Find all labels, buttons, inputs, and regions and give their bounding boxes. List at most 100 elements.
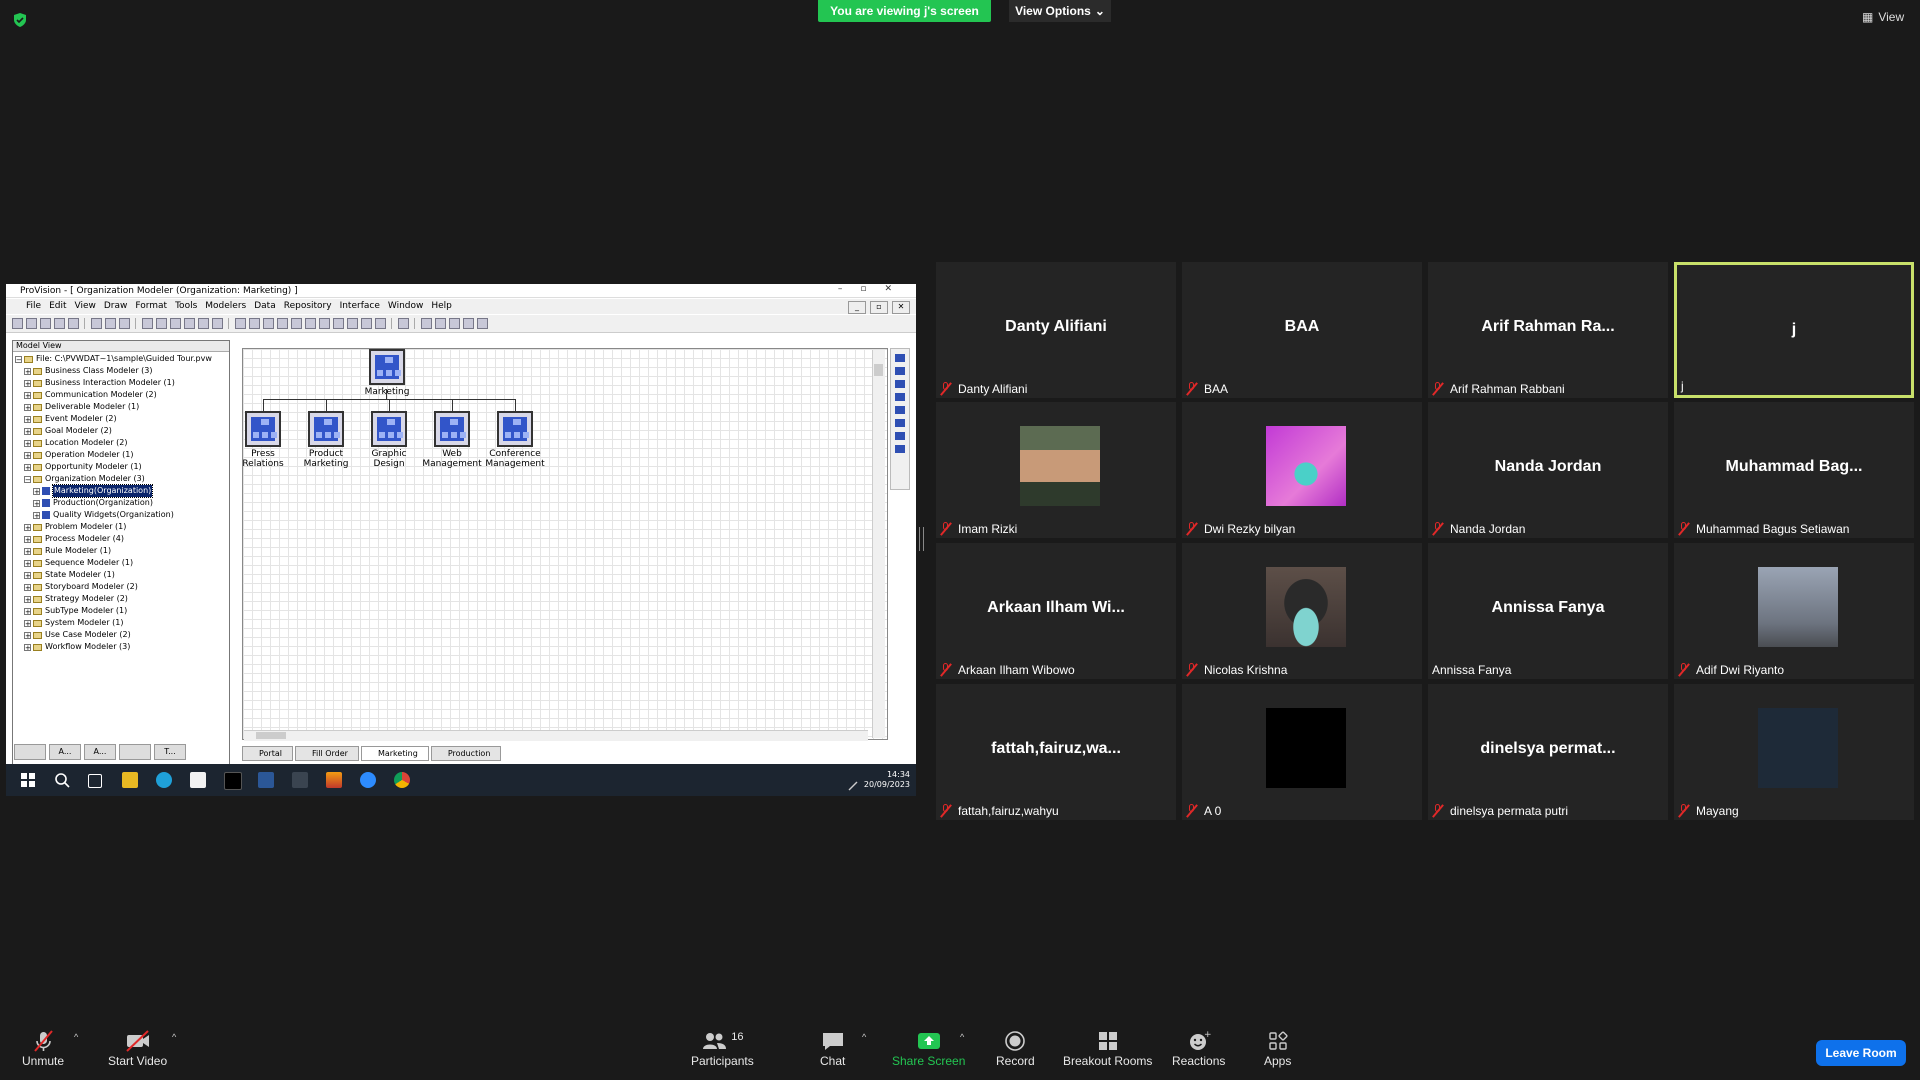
pointer-tool-icon[interactable] — [895, 354, 905, 362]
file-explorer-icon[interactable] — [122, 772, 138, 788]
view-options-button[interactable]: View Options ⌄ — [1009, 0, 1111, 22]
participant-tile[interactable]: Nanda Jordan Nanda Jordan — [1428, 402, 1668, 538]
windows-start-icon[interactable] — [20, 772, 36, 788]
copy-icon[interactable] — [105, 318, 116, 329]
participant-tile[interactable]: Muhammad Bag... Muhammad Bagus Setiawan — [1674, 402, 1914, 538]
tool-icon[interactable] — [184, 318, 195, 329]
menu-data[interactable]: Data — [254, 299, 276, 314]
doc-tab-marketing[interactable]: Marketing — [360, 746, 429, 761]
chat-button[interactable]: Chat — [820, 1028, 845, 1068]
tool-icon[interactable] — [249, 318, 260, 329]
expand-icon[interactable]: + — [24, 643, 31, 651]
expand-icon[interactable]: + — [24, 451, 31, 459]
org-node-graphic-design[interactable] — [371, 411, 407, 447]
expand-icon[interactable]: + — [24, 427, 31, 435]
expand-icon[interactable]: + — [33, 487, 40, 495]
expand-icon[interactable]: + — [24, 571, 31, 579]
menu-modelers[interactable]: Modelers — [205, 299, 246, 314]
hand-icon[interactable] — [477, 318, 488, 329]
unmute-button[interactable]: Unmute — [22, 1028, 64, 1068]
expand-icon[interactable]: + — [24, 583, 31, 591]
shape-tool-icon[interactable] — [895, 432, 905, 440]
fit-icon[interactable] — [463, 318, 474, 329]
menu-file[interactable]: File — [26, 299, 41, 314]
help-icon[interactable] — [398, 318, 409, 329]
menu-interface[interactable]: Interface — [340, 299, 380, 314]
tool-icon[interactable] — [333, 318, 344, 329]
participant-tile[interactable]: BAA BAA — [1182, 262, 1422, 398]
participants-button[interactable]: 16 Participants — [691, 1028, 754, 1068]
tree-item[interactable]: + Operation Modeler (1) — [15, 449, 212, 461]
tree-item[interactable]: + Strategy Modeler (2) — [15, 593, 212, 605]
preview-icon[interactable] — [68, 318, 79, 329]
tab-a1[interactable]: A... — [49, 744, 81, 760]
expand-icon[interactable]: + — [24, 547, 31, 555]
tree-item[interactable]: + Communication Modeler (2) — [15, 389, 212, 401]
tree-item[interactable]: + Process Modeler (4) — [15, 533, 212, 545]
print-icon[interactable] — [54, 318, 65, 329]
expand-icon[interactable]: + — [33, 499, 40, 507]
mdi-minimize-icon[interactable]: _ — [848, 301, 866, 314]
share-options-chevron-icon[interactable]: ^ — [960, 1032, 964, 1042]
scroll-thumb[interactable] — [874, 364, 883, 376]
shape-tool-icon[interactable] — [895, 367, 905, 375]
canvas-horizontal-scrollbar[interactable] — [244, 730, 868, 741]
edge-icon[interactable] — [156, 772, 172, 788]
tab-a2[interactable]: A... — [84, 744, 116, 760]
save-icon[interactable] — [40, 318, 51, 329]
doc-tab-production[interactable]: Production — [430, 746, 502, 761]
org-node-web-management[interactable] — [434, 411, 470, 447]
expand-icon[interactable]: + — [24, 607, 31, 615]
tool-icon[interactable] — [319, 318, 330, 329]
menu-tools[interactable]: Tools — [175, 299, 197, 314]
shape-tool-icon[interactable] — [895, 406, 905, 414]
diagram-canvas[interactable]: Marketing PressRelations ProductMarketin… — [242, 348, 888, 740]
split-view-handle[interactable] — [919, 527, 924, 551]
window-controls[interactable]: –▫✕ — [838, 284, 910, 294]
tool-icon[interactable] — [291, 318, 302, 329]
participant-tile[interactable]: jj — [1674, 262, 1914, 398]
tool-icon[interactable] — [347, 318, 358, 329]
reactions-button[interactable]: + Reactions — [1172, 1028, 1225, 1068]
tree-item[interactable]: + Sequence Modeler (1) — [15, 557, 212, 569]
tool-icon[interactable] — [277, 318, 288, 329]
tree-item[interactable]: + Use Case Modeler (2) — [15, 629, 212, 641]
tool-icon[interactable] — [198, 318, 209, 329]
menu-help[interactable]: Help — [431, 299, 452, 314]
open-icon[interactable] — [26, 318, 37, 329]
share-screen-button[interactable]: Share Screen — [892, 1028, 965, 1068]
apps-button[interactable]: Apps — [1264, 1028, 1291, 1068]
tool-icon[interactable] — [361, 318, 372, 329]
participant-tile[interactable]: fattah,fairuz,wa... fattah,fairuz,wahyu — [936, 684, 1176, 820]
tool-icon[interactable] — [170, 318, 181, 329]
tree-item[interactable]: − Organization Modeler (3) — [15, 473, 212, 485]
expand-icon[interactable]: + — [24, 367, 31, 375]
tree-item[interactable]: + Production(Organization) — [15, 497, 212, 509]
tree-item[interactable]: + Opportunity Modeler (1) — [15, 461, 212, 473]
tree-item[interactable]: + State Modeler (1) — [15, 569, 212, 581]
tool-icon[interactable] — [375, 318, 386, 329]
tree-item[interactable]: + Location Modeler (2) — [15, 437, 212, 449]
paste-icon[interactable] — [119, 318, 130, 329]
tree-item[interactable]: + SubType Modeler (1) — [15, 605, 212, 617]
word-icon[interactable] — [258, 772, 274, 788]
mdi-restore-icon[interactable]: ▫ — [870, 301, 888, 314]
zoom-in-icon[interactable] — [421, 318, 432, 329]
org-node-press-relations[interactable] — [245, 411, 281, 447]
org-node-product-marketing[interactable] — [308, 411, 344, 447]
participant-tile[interactable]: Arif Rahman Ra... Arif Rahman Rabbani — [1428, 262, 1668, 398]
expand-icon[interactable]: + — [24, 619, 31, 627]
tree-item[interactable]: + Marketing(Organization) — [15, 484, 212, 498]
tool-icon[interactable] — [156, 318, 167, 329]
store-icon[interactable] — [190, 772, 206, 788]
menu-window[interactable]: Window — [388, 299, 424, 314]
mdi-close-icon[interactable]: ✕ — [892, 301, 910, 314]
org-node-conference-management[interactable] — [497, 411, 533, 447]
tree-item[interactable]: + Business Interaction Modeler (1) — [15, 377, 212, 389]
collapse-icon[interactable]: − — [15, 355, 22, 363]
participant-tile[interactable]: A 0 — [1182, 684, 1422, 820]
tool-icon[interactable] — [305, 318, 316, 329]
zoom-out-icon[interactable] — [435, 318, 446, 329]
search-icon[interactable] — [54, 772, 70, 788]
menu-view[interactable]: View — [75, 299, 96, 314]
